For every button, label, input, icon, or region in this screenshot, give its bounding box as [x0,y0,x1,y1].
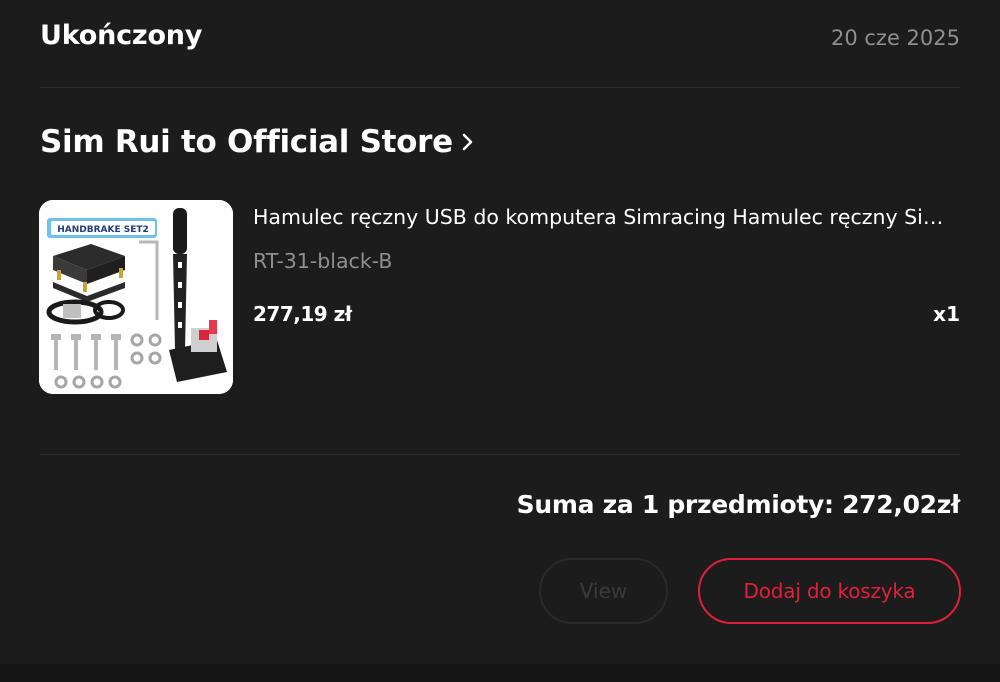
handbrake-product-image: HANDBRAKE SET2 [39,200,233,394]
order-card: Ukończony 20 cze 2025 Sim Rui to Officia… [0,0,1000,664]
image-label: HANDBRAKE SET2 [57,225,149,235]
store-name: Sim Rui to Official Store [40,124,453,160]
order-total: Suma za 1 przedmioty: 272,02zł [516,490,961,519]
product-variant: RT-31-black-B [253,249,393,273]
order-status: Ukończony [40,20,203,51]
product-image[interactable]: HANDBRAKE SET2 [39,200,233,394]
bottom-strip [0,664,1000,682]
add-to-cart-button[interactable]: Dodaj do koszyka [698,558,961,624]
product-price: 277,19 zł [253,302,352,326]
divider [40,454,960,455]
order-date: 20 cze 2025 [830,26,960,50]
product-title[interactable]: Hamulec ręczny USB do komputera Simracin… [253,205,963,229]
store-link[interactable]: Sim Rui to Official Store [40,124,475,160]
divider [40,87,960,88]
view-button[interactable]: View [539,558,668,624]
product-quantity: x1 [933,302,960,326]
chevron-right-icon [462,133,473,151]
